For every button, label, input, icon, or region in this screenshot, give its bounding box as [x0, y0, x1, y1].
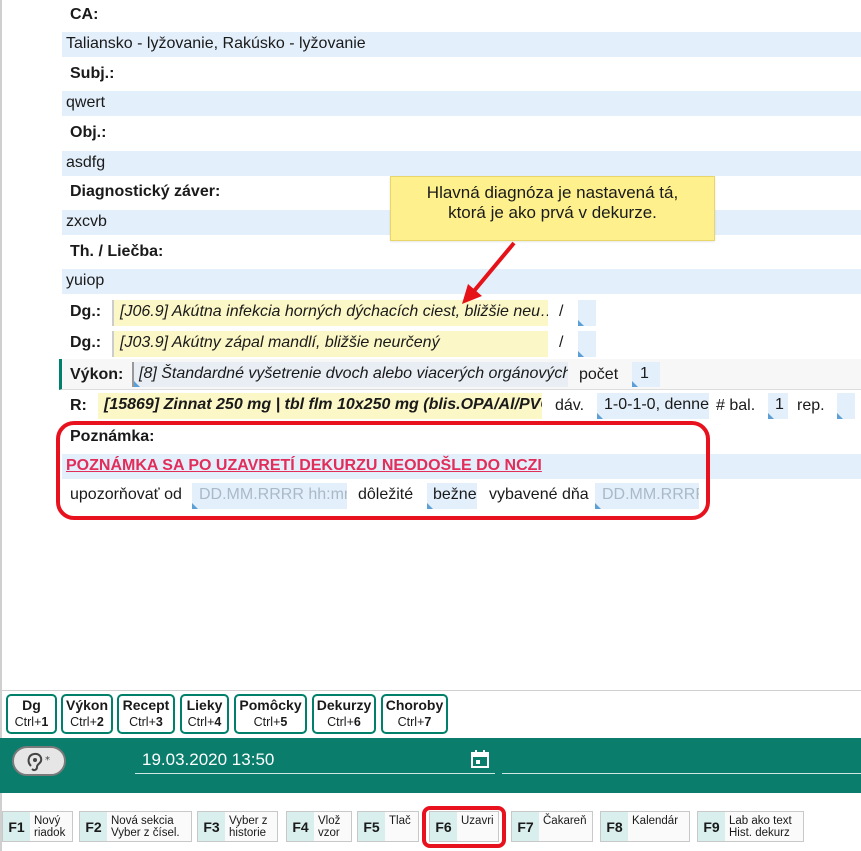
tab-recept[interactable]: Recept Ctrl+3: [117, 694, 175, 734]
footer-bar: [0, 738, 861, 793]
fkey-f5-tlac[interactable]: F5 Tlač: [357, 811, 419, 842]
fkey-f3-vyber-z-historie[interactable]: F3 Vyber z historie: [197, 811, 278, 842]
fkey-f2-line1: Nová sekcia: [111, 815, 174, 827]
tab-choroby-shortcut-num: 7: [424, 715, 432, 729]
tab-dekurzy[interactable]: Dekurzy Ctrl+6: [312, 694, 376, 734]
tab-dg-shortcut: Ctrl+: [14, 715, 42, 729]
fkey-f9-key: F9: [698, 812, 725, 841]
fkey-f7-line1: Čakareň: [543, 815, 587, 827]
tab-lieky-shortcut-num: 4: [214, 715, 222, 729]
datetime-underline: [135, 773, 495, 774]
fkey-f1-line2: riadok: [34, 827, 66, 839]
fkey-f2-key: F2: [80, 812, 107, 841]
fkey-f8-line1: Kalendár: [632, 815, 679, 827]
tab-dg-shortcut-num: 1: [41, 715, 49, 729]
datetime-value[interactable]: 19.03.2020 13:50: [142, 750, 274, 770]
tab-dekurzy-shortcut-num: 6: [353, 715, 361, 729]
calendar-icon[interactable]: [470, 749, 490, 769]
fkey-f3-line1: Vyber z: [229, 815, 268, 827]
tab-choroby-shortcut: Ctrl+: [397, 715, 425, 729]
fkey-f4-line1: Vlož: [318, 815, 341, 827]
hearing-toggle[interactable]: *: [12, 746, 66, 776]
tab-choroby-title: Choroby: [385, 697, 444, 713]
footer-secondary-underline: [502, 773, 861, 774]
tab-pomocky[interactable]: Pomôcky Ctrl+5: [234, 694, 307, 734]
fkey-f1-line1: Nový: [34, 815, 61, 827]
tab-pomocky-shortcut: Ctrl+: [253, 715, 281, 729]
fkey-f7-cakaren[interactable]: F7 Čakareň: [511, 811, 593, 842]
fkey-f4-key: F4: [287, 812, 314, 841]
tab-recept-shortcut: Ctrl+: [129, 715, 156, 729]
hearing-icon: *: [27, 752, 50, 772]
tab-dekurzy-title: Dekurzy: [316, 697, 372, 713]
tab-recept-shortcut-num: 3: [155, 715, 163, 729]
tab-choroby[interactable]: Choroby Ctrl+7: [381, 694, 448, 734]
fkey-f4-vloz-vzor[interactable]: F4 Vlož vzor: [286, 811, 352, 842]
tab-dg[interactable]: Dg Ctrl+1: [6, 694, 57, 734]
tab-vykon-title: Výkon: [65, 697, 108, 713]
fkey-f2-nova-sekcia[interactable]: F2 Nová sekcia Vyber z čísel.: [79, 811, 192, 842]
tab-vykon-shortcut-num: 2: [96, 715, 104, 729]
fkey-f3-key: F3: [198, 812, 225, 841]
fkey-f2-line2: Vyber z čísel.: [111, 827, 180, 839]
tab-dekurzy-shortcut: Ctrl+: [327, 715, 354, 729]
tab-vykon[interactable]: Výkon Ctrl+2: [61, 694, 113, 734]
fkey-f4-line2: vzor: [318, 827, 340, 839]
fkey-f9-line2: Hist. dekurz: [729, 827, 790, 839]
fkey-f9-lab-ako-text[interactable]: F9 Lab ako text Hist. dekurz: [697, 811, 804, 842]
tab-lieky-title: Lieky: [186, 697, 223, 713]
tab-bar-divider: [0, 690, 861, 691]
fkey-f8-key: F8: [601, 812, 628, 841]
tab-lieky-shortcut: Ctrl+: [187, 715, 215, 729]
fkey-f3-line2: historie: [229, 827, 267, 839]
fkey-f7-key: F7: [512, 812, 539, 841]
fkey-f5-key: F5: [358, 812, 385, 841]
fkey-f1-key: F1: [3, 812, 30, 841]
uzavri-highlight-frame: [422, 806, 506, 848]
tab-vykon-shortcut: Ctrl+: [70, 715, 97, 729]
fkey-f9-line1: Lab ako text: [729, 815, 792, 827]
fkey-f5-line1: Tlač: [389, 815, 411, 827]
tab-recept-title: Recept: [122, 697, 170, 713]
tab-pomocky-title: Pomôcky: [239, 697, 302, 713]
svg-text:*: *: [45, 755, 50, 766]
tab-lieky[interactable]: Lieky Ctrl+4: [180, 694, 229, 734]
tab-pomocky-shortcut-num: 5: [280, 715, 288, 729]
fkey-f8-kalendar[interactable]: F8 Kalendár: [600, 811, 690, 842]
tab-dg-title: Dg: [22, 697, 41, 713]
fkey-f1-nový-riadok[interactable]: F1 Nový riadok: [2, 811, 73, 842]
